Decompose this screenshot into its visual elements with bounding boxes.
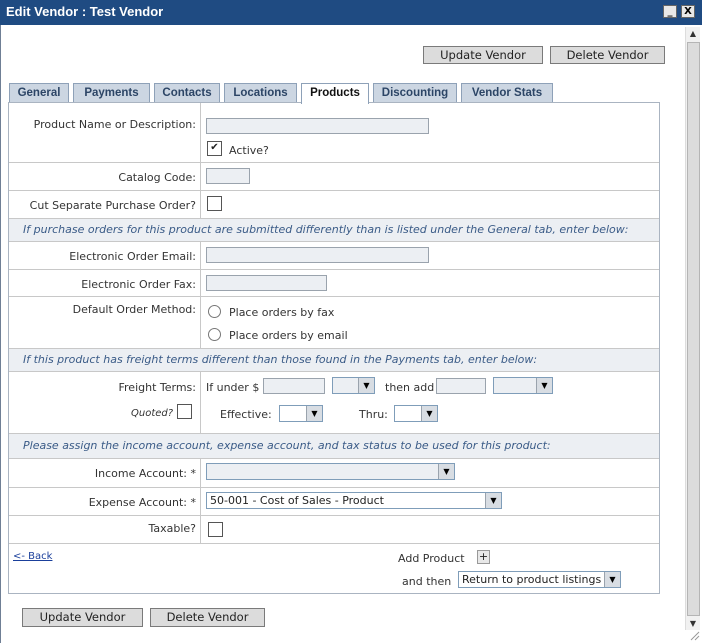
- freight-add-select[interactable]: ▼: [493, 377, 553, 394]
- order-fax-input[interactable]: [206, 275, 327, 291]
- product-name-label: Product Name or Description:: [33, 118, 196, 131]
- row-divider: [9, 190, 659, 191]
- thru-label: Thru:: [359, 408, 388, 421]
- tab-general[interactable]: General: [9, 83, 69, 103]
- chevron-down-icon: ▼: [536, 378, 552, 393]
- window-titlebar: Edit Vendor : Test Vendor _ X: [0, 0, 702, 25]
- chevron-down-icon: ▼: [604, 572, 620, 587]
- column-divider: [200, 371, 201, 433]
- delete-vendor-button-top[interactable]: Delete Vendor: [550, 46, 665, 64]
- orders-info-band: If purchase orders for this product are …: [9, 219, 659, 241]
- delete-vendor-button-bottom[interactable]: Delete Vendor: [150, 608, 265, 627]
- active-label: Active?: [229, 144, 269, 157]
- and-then-label: and then: [402, 575, 452, 588]
- tab-products[interactable]: Products: [301, 83, 369, 104]
- column-divider: [200, 241, 201, 348]
- cut-po-label: Cut Separate Purchase Order?: [29, 199, 196, 212]
- tab-payments[interactable]: Payments: [73, 83, 150, 103]
- tab-locations[interactable]: Locations: [224, 83, 297, 103]
- expense-account-label: Expense Account: *: [88, 496, 196, 509]
- expense-account-value: 50-001 - Cost of Sales - Product: [210, 494, 384, 507]
- order-fax-label: Electronic Order Fax:: [81, 278, 196, 291]
- column-divider: [200, 458, 201, 543]
- row-divider: [9, 487, 659, 488]
- tab-discounting[interactable]: Discounting: [373, 83, 457, 103]
- product-name-input[interactable]: [206, 118, 429, 134]
- chevron-down-icon: ▼: [358, 378, 374, 393]
- close-icon[interactable]: X: [681, 5, 695, 18]
- order-email-input[interactable]: [206, 247, 429, 263]
- chevron-down-icon: ▼: [421, 406, 437, 421]
- update-vendor-button-bottom[interactable]: Update Vendor: [22, 608, 143, 627]
- order-method-label: Default Order Method:: [72, 303, 196, 316]
- row-divider: [9, 543, 659, 544]
- add-product-label: Add Product: [398, 552, 465, 565]
- if-under-label: If under $: [206, 381, 260, 394]
- freight-terms-label: Freight Terms:: [118, 381, 197, 394]
- minimize-icon[interactable]: _: [663, 5, 677, 18]
- active-checkbox[interactable]: ✔: [207, 141, 222, 156]
- and-then-select[interactable]: Return to product listings ▼: [458, 571, 621, 588]
- cut-po-checkbox[interactable]: [207, 196, 222, 211]
- freight-add-input[interactable]: [436, 378, 486, 394]
- chevron-down-icon: ▼: [485, 493, 501, 508]
- scroll-down-icon[interactable]: ▼: [686, 617, 700, 630]
- order-by-email-label: Place orders by email: [229, 329, 348, 342]
- back-link[interactable]: <- Back: [13, 551, 52, 562]
- freight-threshold-select[interactable]: ▼: [332, 377, 375, 394]
- income-account-select[interactable]: ▼: [206, 463, 455, 480]
- then-add-label: then add: [385, 381, 435, 394]
- tab-vendor-stats[interactable]: Vendor Stats: [461, 83, 553, 103]
- order-email-label: Electronic Order Email:: [69, 250, 196, 263]
- row-divider: [9, 458, 659, 459]
- thru-select[interactable]: ▼: [394, 405, 438, 422]
- add-product-button[interactable]: +: [477, 550, 490, 564]
- check-icon: ✔: [210, 142, 219, 153]
- row-divider: [9, 269, 659, 270]
- row-divider: [9, 371, 659, 372]
- resize-grip-icon[interactable]: [690, 631, 700, 641]
- column-divider: [200, 103, 201, 218]
- accounts-info-band: Please assign the income account, expens…: [9, 434, 659, 458]
- freight-threshold-input[interactable]: [263, 378, 325, 394]
- order-by-fax-radio[interactable]: [208, 305, 221, 318]
- row-divider: [9, 296, 659, 297]
- chevron-down-icon: ▼: [306, 406, 322, 421]
- expense-account-select[interactable]: 50-001 - Cost of Sales - Product ▼: [206, 492, 502, 509]
- tab-contacts[interactable]: Contacts: [154, 83, 220, 103]
- scroll-thumb[interactable]: [687, 42, 700, 616]
- effective-select[interactable]: ▼: [279, 405, 323, 422]
- vertical-scrollbar[interactable]: ▲ ▼: [685, 27, 700, 630]
- order-by-fax-label: Place orders by fax: [229, 306, 335, 319]
- income-account-label: Income Account: *: [94, 467, 196, 480]
- row-divider: [9, 241, 659, 242]
- catalog-code-label: Catalog Code:: [118, 171, 196, 184]
- freight-info-band: If this product has freight terms differ…: [9, 349, 659, 371]
- and-then-value: Return to product listings: [462, 573, 602, 586]
- effective-label: Effective:: [220, 408, 272, 421]
- taxable-label: Taxable?: [148, 522, 196, 535]
- catalog-code-input[interactable]: [206, 168, 250, 184]
- row-divider: [9, 162, 659, 163]
- window-title: Edit Vendor : Test Vendor: [6, 4, 164, 19]
- order-by-email-radio[interactable]: [208, 328, 221, 341]
- scroll-up-icon[interactable]: ▲: [686, 27, 700, 40]
- quoted-checkbox[interactable]: [177, 404, 192, 419]
- row-divider: [9, 515, 659, 516]
- chevron-down-icon: ▼: [438, 464, 454, 479]
- quoted-label: Quoted?: [131, 408, 174, 419]
- update-vendor-button-top[interactable]: Update Vendor: [423, 46, 543, 64]
- taxable-checkbox[interactable]: [208, 522, 223, 537]
